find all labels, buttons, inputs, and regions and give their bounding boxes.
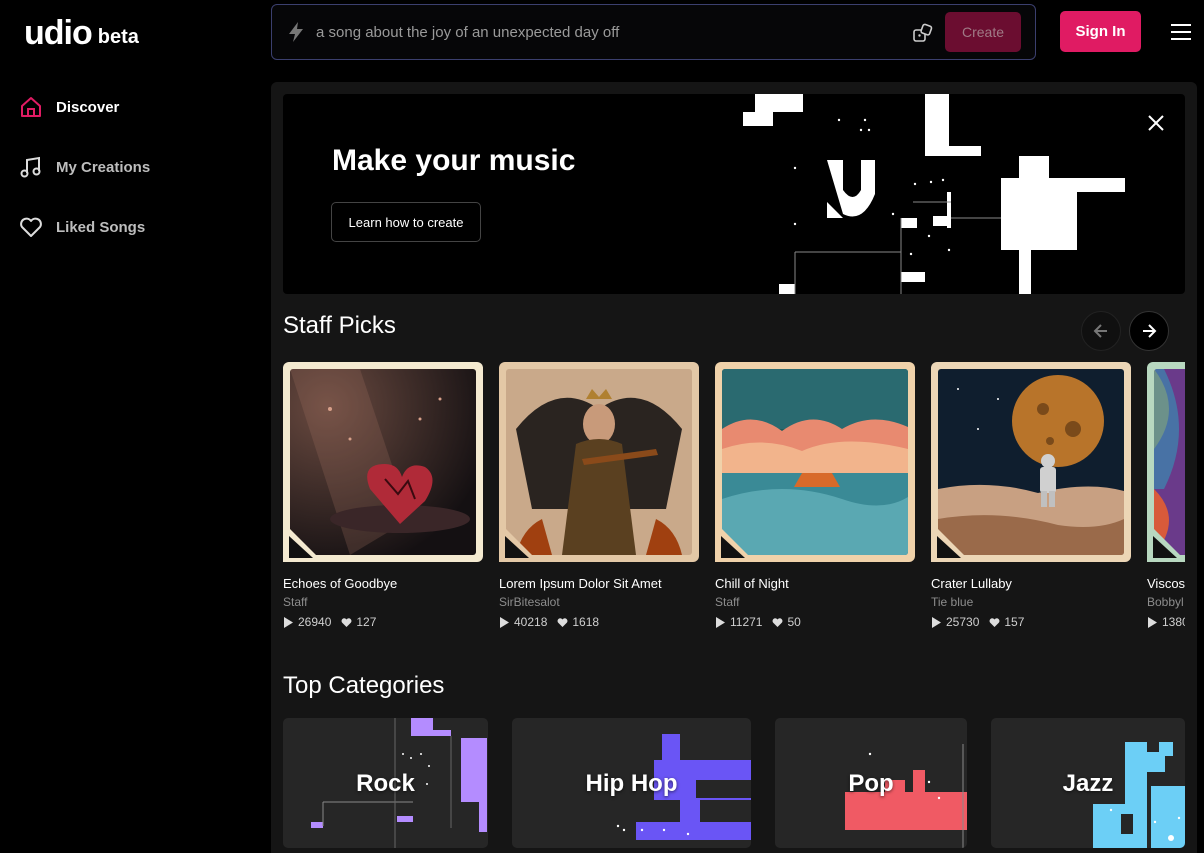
song-cover[interactable] xyxy=(499,362,699,562)
song-stats: 11271 50 xyxy=(715,615,915,629)
category-pop[interactable]: Pop xyxy=(775,718,967,848)
beta-badge: beta xyxy=(97,26,139,48)
nav-item-discover[interactable]: Discover xyxy=(18,92,150,122)
play-icon xyxy=(716,616,725,628)
category-jazz[interactable]: Jazz xyxy=(991,718,1185,848)
category-label: Pop xyxy=(848,770,894,797)
staff-picks-heading: Staff Picks xyxy=(283,312,396,339)
song-cover[interactable] xyxy=(283,362,483,562)
nav-item-my-creations[interactable]: My Creations xyxy=(18,152,150,182)
song-card[interactable]: Chill of Night Staff 11271 50 xyxy=(715,362,915,629)
song-card[interactable]: Lorem Ipsum Dolor Sit Amet SirBitesalot … xyxy=(499,362,699,629)
category-label: Rock xyxy=(356,770,415,797)
category-label: Jazz xyxy=(1062,770,1114,797)
song-cover[interactable] xyxy=(715,362,915,562)
like-count: 157 xyxy=(1004,615,1025,629)
play-count: 26940 xyxy=(298,615,332,629)
card-corner-mark xyxy=(1147,522,1185,562)
card-corner-mark xyxy=(283,522,323,562)
top-categories-heading: Top Categories xyxy=(283,672,445,699)
song-author[interactable]: Staff xyxy=(715,595,915,609)
main-nav: Discover My Creations Liked Songs xyxy=(18,92,150,272)
heart-icon xyxy=(341,617,352,627)
play-count: 40218 xyxy=(514,615,548,629)
category-hip-hop[interactable]: Hip Hop xyxy=(512,718,751,848)
main-panel: Make your music Learn how to create Staf… xyxy=(271,82,1197,853)
banner-title: Make your music xyxy=(332,144,576,177)
learn-how-button[interactable]: Learn how to create xyxy=(331,202,481,242)
prompt-bar: Create xyxy=(271,4,1036,60)
category-label: Hip Hop xyxy=(585,770,678,797)
song-author[interactable]: Tie blue xyxy=(931,595,1131,609)
carousel-next-button[interactable] xyxy=(1129,311,1169,351)
play-count: 11271 xyxy=(730,615,763,629)
song-author[interactable]: SirBitesalot xyxy=(499,595,699,609)
heart-icon xyxy=(989,617,1000,627)
song-stats: 40218 1618 xyxy=(499,615,699,629)
hamburger-menu-icon[interactable] xyxy=(1170,22,1192,42)
sign-in-button[interactable]: Sign In xyxy=(1060,11,1141,52)
song-card[interactable]: Echoes of Goodbye Staff 26940 127 xyxy=(283,362,483,629)
close-banner-icon[interactable] xyxy=(1145,112,1167,134)
udio-logo[interactable]: udio beta xyxy=(24,14,139,52)
card-corner-mark xyxy=(931,522,971,562)
like-count: 50 xyxy=(787,615,801,629)
song-stats: 25730 157 xyxy=(931,615,1131,629)
home-icon xyxy=(21,97,41,117)
heart-icon xyxy=(773,617,783,627)
arrow-right-icon xyxy=(1143,324,1157,338)
heart-icon xyxy=(557,617,568,627)
heart-icon xyxy=(20,217,42,237)
staff-picks-carousel: Echoes of Goodbye Staff 26940 127 Lorem … xyxy=(283,362,1185,632)
song-stats: 26940 127 xyxy=(283,615,483,629)
song-title[interactable]: Viscos xyxy=(1147,576,1185,591)
nav-item-liked-songs[interactable]: Liked Songs xyxy=(18,212,150,242)
arrow-left-icon xyxy=(1093,324,1107,338)
play-count: 25730 xyxy=(946,615,980,629)
song-author[interactable]: Bobbyl xyxy=(1147,595,1185,609)
make-music-banner: Make your music Learn how to create xyxy=(283,94,1185,294)
play-count: 1380 xyxy=(1162,615,1185,629)
song-card[interactable]: Viscos Bobbyl 1380 xyxy=(1147,362,1185,629)
top-categories-row: Rock Hip Hop Pop Jazz xyxy=(283,718,1185,853)
card-corner-mark xyxy=(715,522,755,562)
lightning-icon xyxy=(289,22,303,42)
play-icon xyxy=(932,616,941,628)
nav-label-liked-songs: Liked Songs xyxy=(56,218,146,236)
song-title[interactable]: Crater Lullaby xyxy=(931,576,1131,591)
song-cover[interactable] xyxy=(931,362,1131,562)
prompt-input[interactable] xyxy=(316,17,896,47)
play-icon xyxy=(1148,616,1157,628)
logo-wordmark: udio xyxy=(24,14,93,52)
nav-label-my-creations: My Creations xyxy=(56,158,151,176)
carousel-prev-button[interactable] xyxy=(1081,311,1121,351)
song-cover[interactable] xyxy=(1147,362,1185,562)
like-count: 1618 xyxy=(572,615,600,629)
song-title[interactable]: Chill of Night xyxy=(715,576,915,591)
song-stats: 1380 xyxy=(1147,615,1185,629)
play-icon xyxy=(500,616,509,628)
category-rock[interactable]: Rock xyxy=(283,718,488,848)
song-title[interactable]: Lorem Ipsum Dolor Sit Amet xyxy=(499,576,699,591)
song-title[interactable]: Echoes of Goodbye xyxy=(283,576,483,591)
banner-art-graphic xyxy=(743,94,1125,294)
song-card[interactable]: Crater Lullaby Tie blue 25730 157 xyxy=(931,362,1131,629)
play-icon xyxy=(284,616,293,628)
music-note-icon xyxy=(20,156,41,178)
like-count: 127 xyxy=(356,615,377,629)
nav-label-discover: Discover xyxy=(56,98,120,116)
random-prompt-icon[interactable] xyxy=(912,22,934,44)
create-button[interactable]: Create xyxy=(945,12,1021,52)
card-corner-mark xyxy=(499,522,539,562)
song-author[interactable]: Staff xyxy=(283,595,483,609)
sidebar: udio beta Discover My Creations Liked So… xyxy=(0,0,270,853)
